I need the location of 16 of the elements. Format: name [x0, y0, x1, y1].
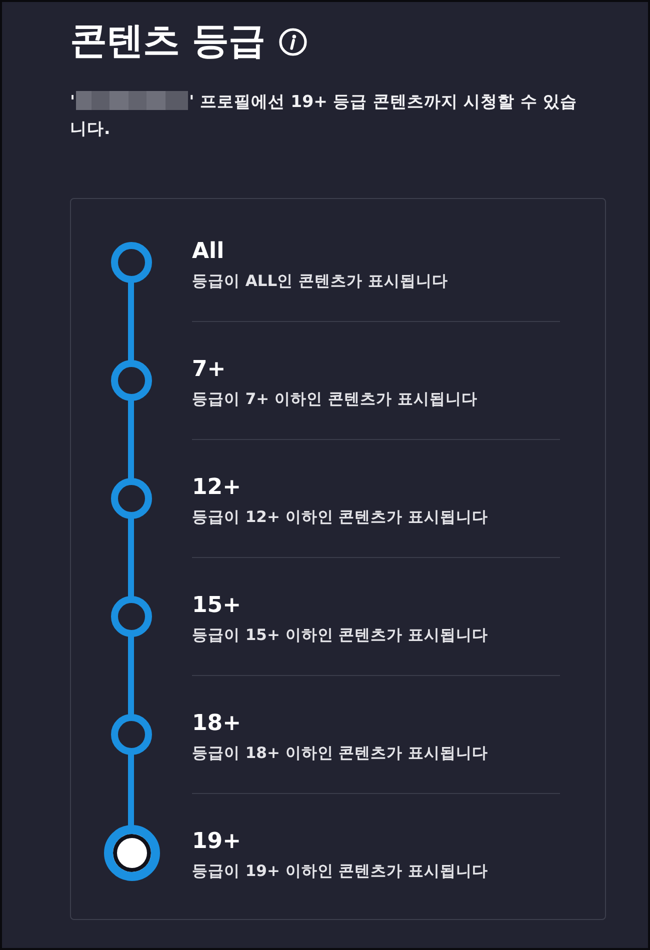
rating-label: 18+ [192, 710, 242, 738]
rating-label: 12+ [192, 474, 242, 502]
profile-notice: ' ' 프로필에선 19+ 등급 콘텐츠까지 시청할 수 있습니다. [70, 90, 578, 140]
rating-description: 등급이 15+ 이하인 콘텐츠가 표시됩니다 [192, 624, 488, 646]
rating-description: 등급이 19+ 이하인 콘텐츠가 표시됩니다 [192, 860, 488, 882]
rating-label: 19+ [192, 828, 242, 856]
rating-label: All [192, 238, 224, 266]
page-title: 콘텐츠 등급 [70, 18, 265, 64]
rating-description: 등급이 18+ 이하인 콘텐츠가 표시됩니다 [192, 742, 488, 764]
rating-description: 등급이 7+ 이하인 콘텐츠가 표시됩니다 [192, 388, 478, 410]
rating-description: 등급이 ALL인 콘텐츠가 표시됩니다 [192, 270, 448, 292]
rating-description: 등급이 12+ 이하인 콘텐츠가 표시됩니다 [192, 506, 488, 528]
rating-label: 15+ [192, 592, 242, 620]
rating-label: 7+ [192, 356, 226, 384]
info-icon[interactable] [278, 28, 307, 56]
rating-radio[interactable] [111, 242, 152, 283]
